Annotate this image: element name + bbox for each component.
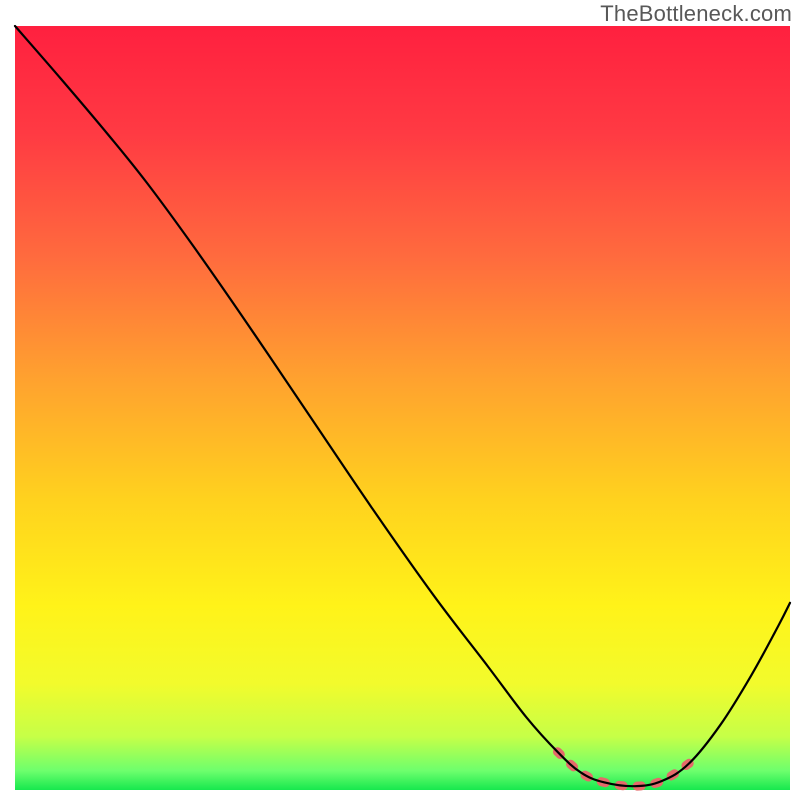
watermark-text: TheBottleneck.com xyxy=(600,1,792,27)
chart-svg xyxy=(0,0,800,800)
chart-stage: TheBottleneck.com xyxy=(0,0,800,800)
gradient-background xyxy=(15,26,790,790)
